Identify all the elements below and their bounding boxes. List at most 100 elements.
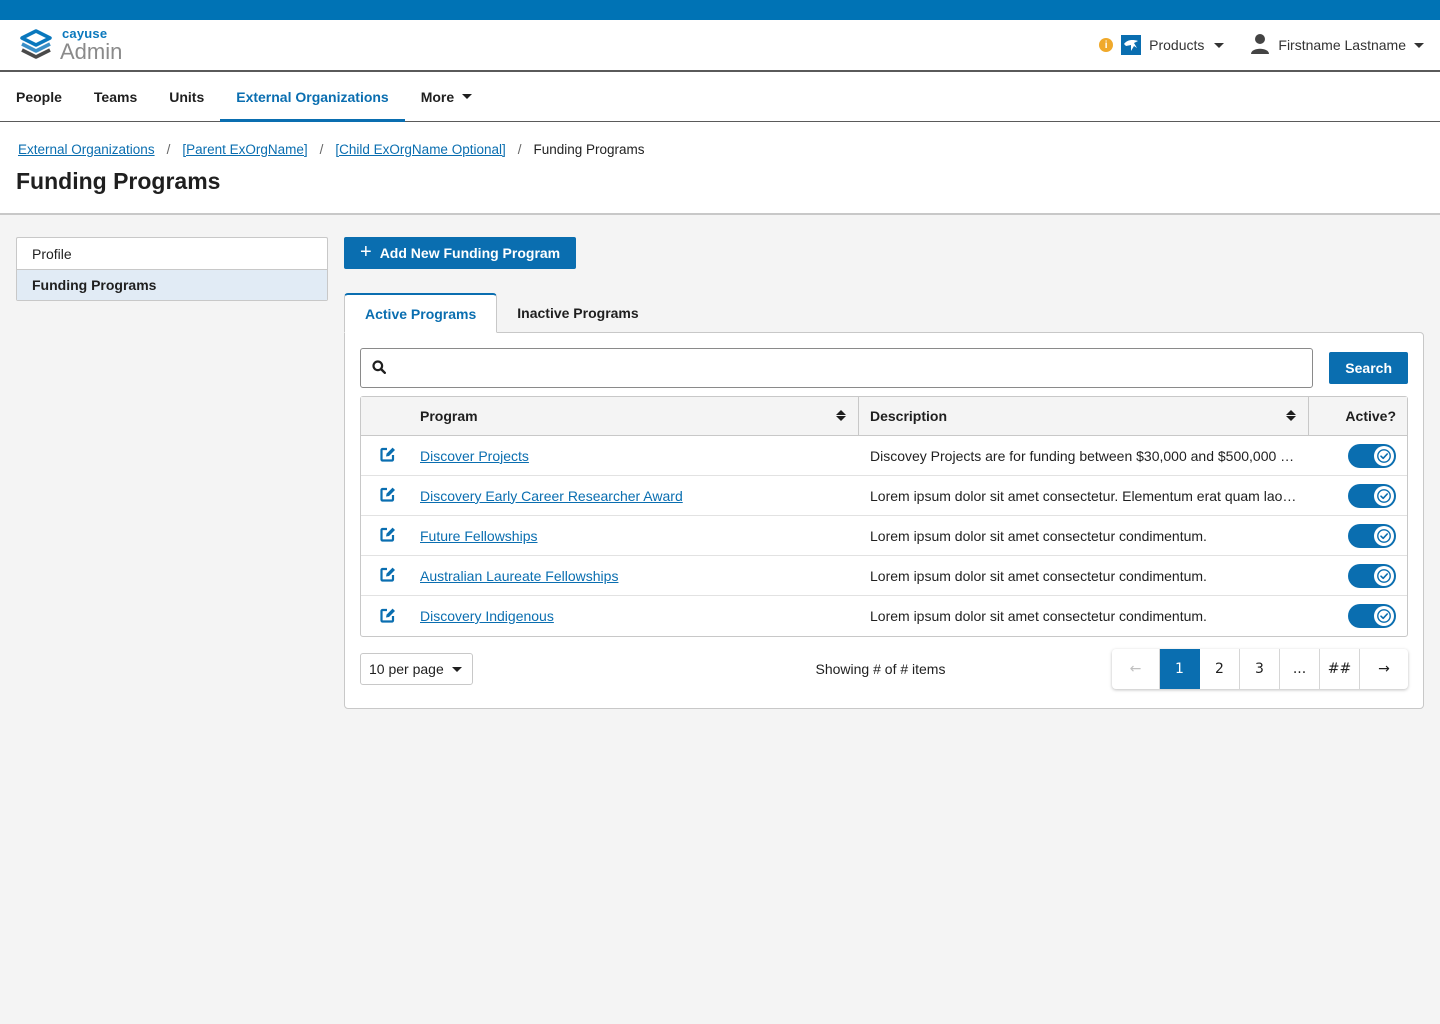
cayuse-admin-logo[interactable]: cayuse Admin bbox=[16, 27, 122, 63]
page-header: External Organizations / [Parent ExOrgNa… bbox=[0, 122, 1440, 215]
per-page-value: 10 per page bbox=[369, 661, 444, 677]
program-cell: Discovery Early Career Researcher Award bbox=[409, 476, 859, 516]
page-button-3[interactable]: 3 bbox=[1240, 649, 1280, 689]
description-cell: Lorem ipsum dolor sit amet consectetur c… bbox=[859, 556, 1309, 596]
top-accent-bar bbox=[0, 0, 1440, 20]
page-button-1[interactable]: 1 bbox=[1160, 649, 1200, 689]
nav-item-more[interactable]: More bbox=[405, 72, 488, 121]
header-program-label: Program bbox=[420, 408, 478, 424]
description-cell: Lorem ipsum dolor sit amet consectetur c… bbox=[859, 516, 1309, 556]
program-cell: Australian Laureate Fellowships bbox=[409, 556, 859, 596]
header-active: Active? bbox=[1309, 397, 1407, 436]
program-link[interactable]: Discovery Indigenous bbox=[420, 608, 554, 624]
edit-cell bbox=[361, 596, 409, 636]
active-toggle[interactable] bbox=[1348, 563, 1396, 588]
cayuse-logo-icon bbox=[16, 27, 56, 63]
nav-item-units[interactable]: Units bbox=[153, 72, 220, 121]
chevron-down-icon bbox=[452, 666, 462, 672]
page-button-2[interactable]: 2 bbox=[1200, 649, 1240, 689]
nav-item-people[interactable]: People bbox=[0, 72, 78, 121]
edit-cell bbox=[361, 476, 409, 516]
program-link[interactable]: Australian Laureate Fellowships bbox=[420, 568, 618, 584]
program-link[interactable]: Discovery Early Career Researcher Award bbox=[420, 488, 683, 504]
program-link[interactable]: Future Fellowships bbox=[420, 528, 538, 544]
chevron-down-icon bbox=[1414, 42, 1424, 48]
per-page-select[interactable]: 10 per page bbox=[360, 653, 473, 685]
active-cell bbox=[1309, 436, 1407, 476]
page-ellipsis[interactable]: ... bbox=[1280, 649, 1320, 689]
active-toggle[interactable] bbox=[1348, 483, 1396, 508]
check-icon bbox=[1374, 606, 1394, 626]
sidebar-item-funding-programs[interactable]: Funding Programs bbox=[17, 269, 327, 300]
products-menu[interactable]: Products bbox=[1121, 35, 1242, 55]
search-input[interactable] bbox=[394, 349, 1313, 387]
edit-cell bbox=[361, 556, 409, 596]
info-icon[interactable]: i bbox=[1099, 38, 1114, 52]
active-toggle[interactable] bbox=[1348, 604, 1396, 628]
add-funding-program-label: Add New Funding Program bbox=[379, 245, 561, 261]
sort-icon[interactable] bbox=[836, 410, 846, 421]
search-button[interactable]: Search bbox=[1329, 352, 1408, 384]
breadcrumb-child-exorg[interactable]: [Child ExOrgName Optional] bbox=[335, 142, 505, 157]
plus-icon: + bbox=[360, 241, 372, 263]
edit-icon[interactable] bbox=[380, 486, 396, 502]
tab-panel: Search Program Description Active? Disco… bbox=[344, 332, 1424, 709]
breadcrumb: External Organizations / [Parent ExOrgNa… bbox=[18, 142, 1424, 157]
sidebar-item-profile[interactable]: Profile bbox=[17, 238, 327, 269]
header-program[interactable]: Program bbox=[409, 397, 859, 436]
chevron-down-icon bbox=[462, 94, 473, 99]
check-icon bbox=[1374, 445, 1394, 466]
edit-icon[interactable] bbox=[380, 446, 396, 462]
breadcrumb-parent-exorg[interactable]: [Parent ExOrgName] bbox=[182, 142, 307, 157]
next-page-button[interactable]: → bbox=[1360, 649, 1408, 689]
breadcrumb-separator: / bbox=[517, 142, 522, 157]
header-description[interactable]: Description bbox=[859, 397, 1309, 436]
breadcrumb-current: Funding Programs bbox=[533, 142, 645, 157]
app-name: Admin bbox=[60, 39, 123, 64]
check-icon bbox=[1374, 525, 1394, 546]
main-nav: People Teams Units External Organization… bbox=[0, 72, 1440, 122]
program-cell: Discover Projects bbox=[409, 436, 859, 476]
active-cell bbox=[1309, 556, 1407, 596]
nav-item-external-organizations[interactable]: External Organizations bbox=[220, 72, 406, 122]
page-title: Funding Programs bbox=[16, 168, 221, 194]
add-funding-program-button[interactable]: + Add New Funding Program bbox=[344, 237, 577, 269]
description-cell: Discovey Projects are for funding betwee… bbox=[859, 436, 1309, 476]
breadcrumb-external-organizations[interactable]: External Organizations bbox=[18, 142, 155, 157]
tab-active-programs[interactable]: Active Programs bbox=[344, 293, 498, 333]
active-toggle[interactable] bbox=[1348, 443, 1396, 468]
edit-icon[interactable] bbox=[380, 566, 396, 582]
header-edit bbox=[361, 397, 409, 436]
page-button-last[interactable]: ## bbox=[1320, 649, 1360, 689]
items-count-status: Showing # of # items bbox=[815, 661, 946, 677]
sidebar-list: Profile Funding Programs bbox=[16, 237, 328, 301]
chevron-down-icon bbox=[1214, 42, 1225, 48]
active-cell bbox=[1309, 516, 1407, 556]
description-cell: Lorem ipsum dolor sit amet consectetur. … bbox=[859, 476, 1309, 516]
table-row: Australian Laureate Fellowships Lorem ips… bbox=[361, 556, 1407, 596]
nav-item-teams[interactable]: Teams bbox=[78, 72, 153, 121]
program-link[interactable]: Discover Projects bbox=[420, 448, 529, 464]
tab-inactive-programs[interactable]: Inactive Programs bbox=[497, 293, 658, 333]
products-label: Products bbox=[1149, 37, 1205, 53]
prev-page-button[interactable]: ← bbox=[1112, 649, 1160, 689]
app-header: cayuse Admin i Products Firstname Lastna… bbox=[0, 20, 1440, 72]
breadcrumb-separator: / bbox=[166, 142, 171, 157]
edit-icon[interactable] bbox=[380, 607, 396, 623]
edit-cell bbox=[361, 436, 409, 476]
table-row: Discovery Early Career Researcher Award L… bbox=[361, 476, 1407, 516]
active-toggle[interactable] bbox=[1348, 523, 1396, 548]
sort-icon[interactable] bbox=[1286, 410, 1296, 421]
pagination-row: 10 per page Showing # of # items ← 1 2 3… bbox=[360, 649, 1408, 689]
edit-icon[interactable] bbox=[380, 526, 396, 542]
products-horse-icon bbox=[1121, 35, 1142, 55]
program-cell: Discovery Indigenous bbox=[409, 596, 859, 636]
active-cell bbox=[1309, 476, 1407, 516]
program-tabs: Active Programs Inactive Programs bbox=[344, 293, 1424, 333]
search-icon bbox=[372, 359, 387, 377]
user-menu[interactable]: Firstname Lastname bbox=[1250, 33, 1424, 58]
table-row: Discovery Indigenous Lorem ipsum dolor si… bbox=[361, 596, 1407, 636]
search-field[interactable] bbox=[360, 348, 1314, 388]
breadcrumb-separator: / bbox=[319, 142, 324, 157]
pagination: ← 1 2 3 ... ## → bbox=[1112, 649, 1408, 689]
